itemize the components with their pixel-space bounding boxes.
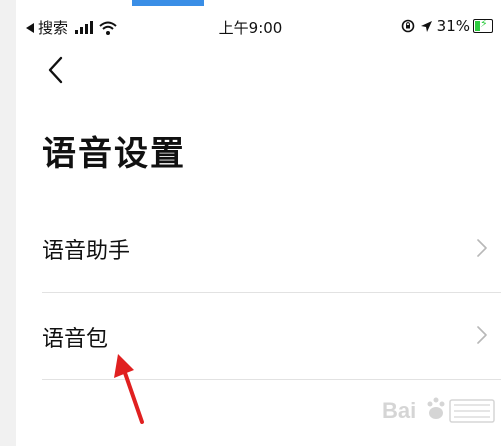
settings-item-voice-assistant[interactable]: 语音助手 xyxy=(16,206,501,292)
status-right: 31% ⚡ xyxy=(401,17,493,35)
status-bar: 搜索 上午9:00 31% ⚡ xyxy=(0,0,501,52)
page-title: 语音设置 xyxy=(42,134,186,174)
annotation-arrow-icon xyxy=(114,354,144,424)
chevron-right-icon xyxy=(477,326,487,344)
orientation-lock-icon xyxy=(401,19,414,33)
settings-item-label: 语音包 xyxy=(42,327,109,352)
battery-percent: 31% xyxy=(436,17,470,35)
battery-charging-icon: ⚡ xyxy=(473,19,493,33)
settings-item-label: 语音助手 xyxy=(42,239,131,264)
svg-text:Bai: Bai xyxy=(382,398,416,423)
baidu-watermark-logo: Bai xyxy=(382,397,495,423)
chevron-right-icon xyxy=(477,239,487,257)
location-icon xyxy=(420,20,432,32)
settings-item-voice-pack[interactable]: 语音包 xyxy=(16,293,501,379)
screen-left-edge xyxy=(0,0,16,446)
back-chevron-icon[interactable] xyxy=(42,53,72,89)
